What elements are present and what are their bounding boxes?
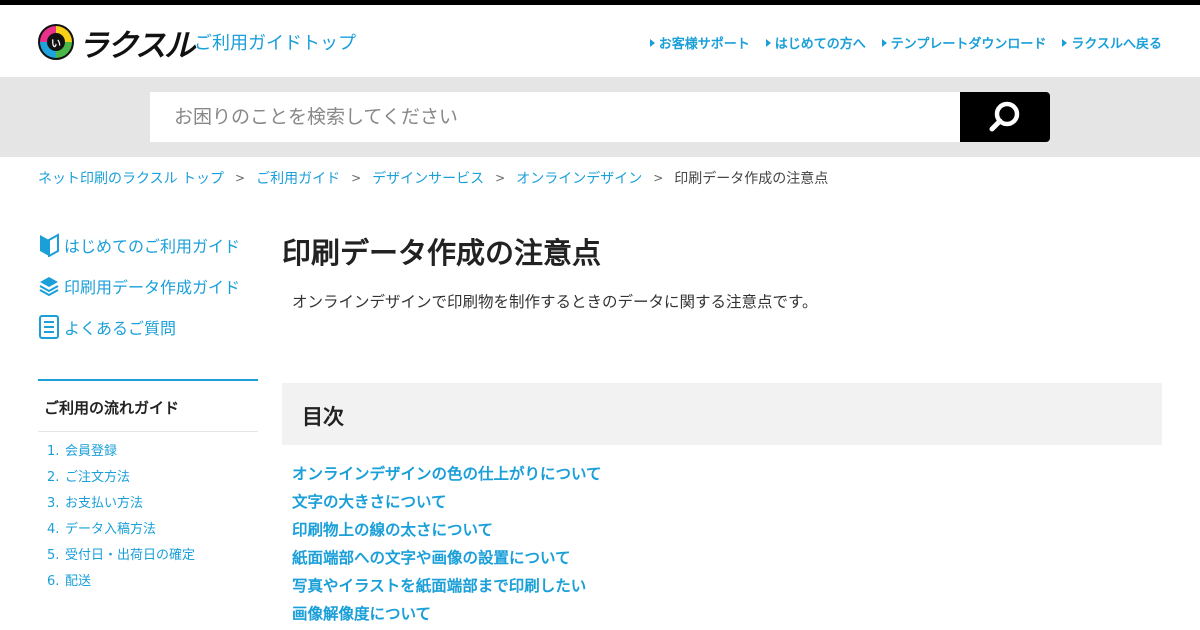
toc-link[interactable]: オンラインデザインの色の仕上がりについて — [292, 462, 602, 490]
triangle-right-icon — [1062, 38, 1068, 47]
header-link-support[interactable]: お客様サポート — [649, 33, 750, 52]
flow-item-order[interactable]: 2. ご注文方法 — [38, 467, 258, 493]
flow-item-registration[interactable]: 1. 会員登録 — [38, 441, 258, 467]
beginner-mark-icon — [38, 233, 60, 257]
sidebar-link-first-guide[interactable]: はじめてのご利用ガイド — [38, 232, 258, 258]
toc-link[interactable]: 印刷物上の線の太さについて — [292, 518, 602, 546]
header-link-template-download[interactable]: テンプレートダウンロード — [881, 33, 1046, 52]
paper-stack-icon — [38, 274, 60, 298]
toc-link[interactable]: 紙面端部への文字や画像の設置について — [292, 546, 602, 574]
breadcrumb-separator: > — [653, 171, 664, 185]
flow-guide-title: ご利用の流れガイド — [38, 381, 258, 432]
flow-guide: ご利用の流れガイド 1. 会員登録 2. ご注文方法 3. お支払い方法 4. データ入… — [38, 379, 258, 597]
sidebar-link-data-guide[interactable]: 印刷用データ作成ガイド — [38, 273, 258, 299]
document-list-icon — [38, 315, 60, 339]
site-header: い ラクスル ご利用ガイドトップ お客様サポート はじめての方へ テンプレートダ… — [0, 5, 1200, 77]
sidebar-link-faq[interactable]: よくあるご質問 — [38, 314, 258, 340]
breadcrumb-separator: > — [351, 171, 362, 185]
page-title: 印刷データ作成の注意点 — [282, 236, 602, 270]
toc-box: 目次 — [282, 383, 1162, 445]
search-band — [0, 77, 1200, 157]
toc-link[interactable]: 画像解像度について — [292, 602, 602, 630]
logo-mark: い — [38, 24, 74, 60]
search-button[interactable] — [960, 92, 1050, 142]
breadcrumb-link-guide[interactable]: ご利用ガイド — [256, 168, 340, 188]
breadcrumb-link-design-service[interactable]: デザインサービス — [372, 168, 484, 188]
guide-top-link[interactable]: ご利用ガイドトップ — [194, 29, 356, 55]
toc-list: オンラインデザインの色の仕上がりについて 文字の大きさについて 印刷物上の線の太… — [292, 462, 602, 630]
breadcrumb-separator: > — [495, 171, 506, 185]
flow-item-delivery[interactable]: 6. 配送 — [38, 571, 258, 597]
triangle-right-icon — [649, 38, 655, 47]
flow-guide-list: 1. 会員登録 2. ご注文方法 3. お支払い方法 4. データ入稿方法 5. 受付日・… — [38, 432, 258, 597]
triangle-right-icon — [881, 38, 887, 47]
logo-text: ラクスル — [78, 27, 195, 64]
breadcrumb-link-online-design[interactable]: オンラインデザイン — [516, 168, 642, 188]
breadcrumb: ネット印刷のラクスル トップ > ご利用ガイド > デザインサービス > オンラ… — [38, 168, 828, 188]
toc-link[interactable]: 写真やイラストを紙面端部まで印刷したい — [292, 574, 602, 602]
page-lead: オンラインデザインで印刷物を制作するときのデータに関する注意点です。 — [292, 293, 818, 311]
toc-heading: 目次 — [302, 405, 344, 429]
triangle-right-icon — [765, 38, 771, 47]
flow-item-payment[interactable]: 3. お支払い方法 — [38, 493, 258, 519]
header-link-first-time[interactable]: はじめての方へ — [765, 33, 866, 52]
search-input[interactable] — [150, 92, 960, 142]
breadcrumb-separator: > — [235, 171, 246, 185]
search-icon — [989, 101, 1020, 132]
raksul-logo[interactable]: い ラクスル — [38, 23, 195, 64]
flow-item-dates[interactable]: 5. 受付日・出荷日の確定 — [38, 545, 258, 571]
breadcrumb-current: 印刷データ作成の注意点 — [674, 171, 829, 187]
header-nav: お客様サポート はじめての方へ テンプレートダウンロード ラクスルへ戻る — [649, 33, 1162, 52]
header-link-back-to-raksul[interactable]: ラクスルへ戻る — [1062, 33, 1162, 52]
toc-link[interactable]: 文字の大きさについて — [292, 490, 602, 518]
breadcrumb-link-top[interactable]: ネット印刷のラクスル トップ — [38, 168, 224, 188]
sidebar-nav: はじめてのご利用ガイド 印刷用データ作成ガイド よくあるご質問 — [38, 232, 258, 355]
flow-item-data-submission[interactable]: 4. データ入稿方法 — [38, 519, 258, 545]
